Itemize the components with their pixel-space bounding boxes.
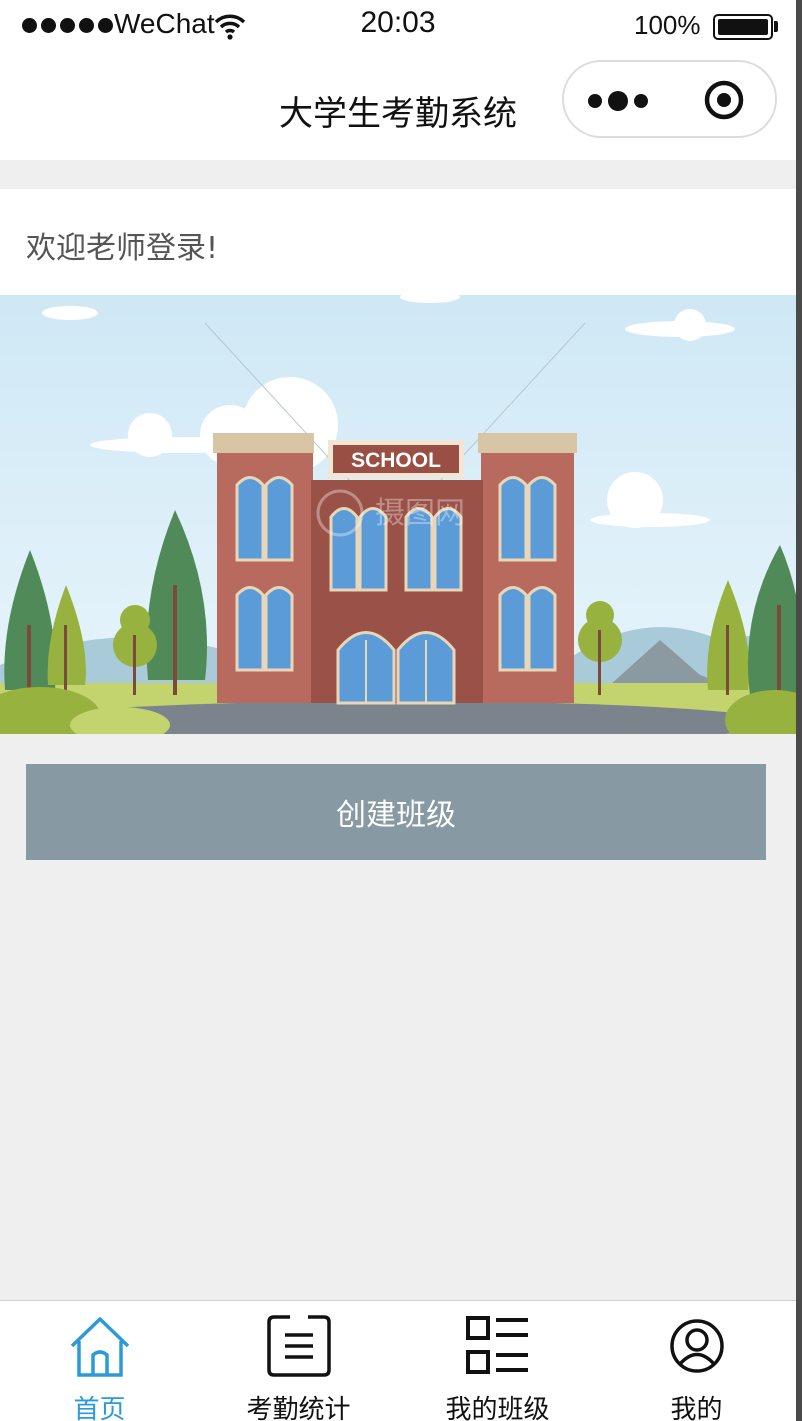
list-doc-icon xyxy=(266,1313,332,1379)
grid-list-icon xyxy=(465,1313,531,1379)
tab-mine[interactable]: 我的 xyxy=(597,1301,796,1421)
battery-icon xyxy=(713,14,773,40)
phone-screen: WeChat 20:03 100% 大学生考勤系统 欢迎老师登录! SCHOOL… xyxy=(0,0,802,1421)
home-icon xyxy=(67,1313,133,1379)
tab-label-my-classes: 我的班级 xyxy=(445,1395,550,1421)
school-banner-image: SCHOOL 摄图网 xyxy=(0,295,796,734)
battery-percent: 100% xyxy=(634,10,701,40)
welcome-panel: 欢迎老师登录! xyxy=(0,189,796,295)
welcome-text: 欢迎老师登录! xyxy=(26,231,219,266)
navigation-bar: 大学生考勤系统 xyxy=(0,56,796,160)
tab-home[interactable]: 首页 xyxy=(0,1301,199,1421)
school-sign-text: SCHOOL xyxy=(351,449,441,472)
tab-label-mine: 我的 xyxy=(670,1395,723,1421)
tab-attendance-stats[interactable]: 考勤统计 xyxy=(199,1301,398,1421)
create-class-button[interactable]: 创建班级 xyxy=(26,764,766,860)
tab-label-home: 首页 xyxy=(73,1395,126,1421)
banner-watermark: 摄图网 xyxy=(375,496,465,531)
status-bar: WeChat 20:03 100% xyxy=(0,0,796,56)
bottom-tab-bar: 首页 考勤统计 我的班级 我的 xyxy=(0,1300,796,1421)
screen-edge xyxy=(796,0,802,1421)
user-circle-icon xyxy=(664,1313,730,1379)
tab-my-classes[interactable]: 我的班级 xyxy=(398,1301,597,1421)
more-dots-icon[interactable] xyxy=(588,90,652,112)
battery-cap xyxy=(774,21,778,32)
target-close-icon[interactable] xyxy=(702,78,746,126)
tab-label-attendance-stats: 考勤统计 xyxy=(246,1395,351,1421)
miniprogram-capsule xyxy=(562,60,777,138)
